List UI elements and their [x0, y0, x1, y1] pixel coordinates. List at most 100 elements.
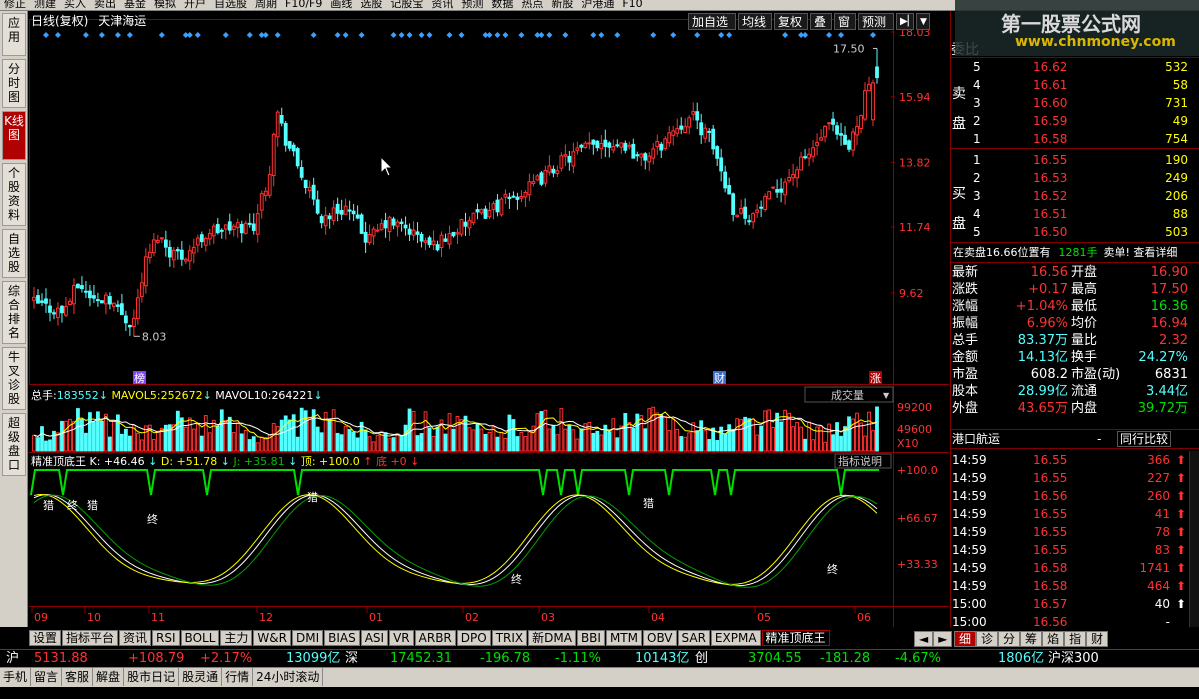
peer-compare-button[interactable]: 同行比较 [1117, 431, 1172, 447]
chart-tool-button[interactable]: 复权 [774, 13, 808, 30]
status-button[interactable]: 24小时滚动 [253, 668, 324, 686]
status-button[interactable]: 解盘 [93, 668, 125, 686]
indicator-tab[interactable]: W&R [253, 630, 291, 646]
indicator-tab[interactable]: DMI [291, 630, 324, 646]
chart-tool-button[interactable]: 叠 [810, 13, 832, 30]
cy-index[interactable]: 3704.55 [748, 650, 802, 668]
panel-tab[interactable]: 指 [1064, 631, 1087, 647]
candle-body [371, 228, 376, 237]
price: 16.52 [1033, 189, 1068, 203]
buy-row[interactable]: 4 16.51 88 [951, 205, 1199, 223]
indicator-tab[interactable]: TRIX [491, 630, 528, 646]
sz-index[interactable]: 17452.31 [390, 650, 452, 668]
big-order-info[interactable]: 在卖盘16.66位置有 1281手 卖单! 查看详细 [953, 245, 1177, 261]
sh-index[interactable]: 5131.88 [34, 650, 88, 668]
chart-tool-button[interactable]: 均线 [738, 13, 772, 30]
toolbar-item[interactable]: 记股宝 [390, 0, 423, 9]
indicator-tab[interactable]: 资讯 [119, 630, 152, 646]
panel-tab[interactable]: 诊 [976, 631, 999, 647]
toolbar-item[interactable]: F10 [622, 0, 642, 9]
leftnav-item[interactable]: 牛叉诊股 [2, 347, 26, 410]
indicator-tab[interactable]: 新DMA [528, 630, 576, 646]
toolbar-item[interactable]: 修正 [4, 0, 26, 9]
toolbar-item[interactable]: 周期 [255, 0, 277, 9]
leftnav-item[interactable]: K线图 [2, 111, 26, 160]
leftnav-item[interactable]: 自选股 [2, 229, 26, 278]
trades-scrollbar[interactable] [1189, 451, 1199, 627]
indicator-tab[interactable]: MTM [605, 630, 642, 646]
panel-tab[interactable]: 财 [1086, 631, 1109, 647]
sell-row[interactable]: 1 16.58 754 [951, 130, 1199, 148]
toolbar-item[interactable]: 数据 [491, 0, 513, 9]
sell-row[interactable]: 5 16.62 532 [951, 58, 1199, 76]
status-button[interactable]: 股灵通 [179, 668, 223, 686]
toolbar-item[interactable]: 资讯 [431, 0, 453, 9]
toolbar-item[interactable]: 沪港通 [581, 0, 614, 9]
panel-tab[interactable]: 细 [954, 631, 977, 647]
chart-tool-button[interactable]: 窗 [834, 13, 856, 30]
toolbar-item[interactable]: 买入 [64, 0, 86, 9]
toolbar-item[interactable]: 测建 [34, 0, 56, 9]
status-button[interactable]: 股市日记 [124, 668, 180, 686]
indicator-tab[interactable]: VR [389, 630, 414, 646]
indicator-tab[interactable]: 设置 [29, 630, 62, 646]
sell-row[interactable]: 4 16.61 58 [951, 76, 1199, 94]
tab-scroll-left-icon[interactable]: ◄ [914, 631, 934, 647]
toolbar-item[interactable]: 卖出 [94, 0, 116, 9]
period-label[interactable]: 日线(复权) [31, 14, 88, 28]
indicator-tab[interactable]: ARBR [414, 630, 456, 646]
toolbar-item[interactable]: 画线 [330, 0, 352, 9]
indicator-tab[interactable]: OBV [643, 630, 677, 646]
indicator-tab[interactable]: SAR [677, 630, 710, 646]
chart-tool-button[interactable]: 加自选 [688, 13, 736, 30]
toolbar-item[interactable]: 预测 [461, 0, 483, 9]
toolbar-item[interactable]: 自选股 [214, 0, 247, 9]
leftnav-item[interactable]: 分时图 [2, 59, 26, 108]
status-button[interactable]: 手机 [0, 668, 32, 686]
status-button[interactable]: 行情 [222, 668, 254, 686]
toolbar-item[interactable]: 热点 [521, 0, 543, 9]
chart-tool-button[interactable]: 预测 [858, 13, 894, 30]
sell-row[interactable]: 3 16.60 731 [951, 94, 1199, 112]
indicator-tab[interactable]: 精准顶底王 [761, 630, 830, 646]
panel-tab[interactable]: 分 [998, 631, 1021, 647]
indicator-tab[interactable]: RSI [152, 630, 180, 646]
expand-icon[interactable]: ▶▏ [896, 13, 915, 30]
leftnav-item[interactable]: 应用 [2, 13, 26, 56]
leftnav-item[interactable]: 超级盘口 [2, 413, 26, 476]
sell-row[interactable]: 2 16.59 49 [951, 112, 1199, 130]
panel-tab[interactable]: 焰 [1042, 631, 1065, 647]
status-button[interactable]: 留言 [31, 668, 63, 686]
buy-row[interactable]: 5 16.50 503 [951, 223, 1199, 241]
sector-name[interactable]: 港口航运 [952, 430, 1000, 448]
buy-row[interactable]: 2 16.53 249 [951, 169, 1199, 187]
toolbar-item[interactable]: 模拟 [154, 0, 176, 9]
kline-chart-area[interactable]: 18.0315.9413.8211.749.6217.508.03榜财涨总手:1… [29, 11, 949, 627]
status-button[interactable]: 客服 [62, 668, 94, 686]
indicator-tab[interactable]: DPO [456, 630, 491, 646]
toolbar-item[interactable]: 新股 [551, 0, 573, 9]
info-link[interactable]: 卖单! 查看详细 [1104, 246, 1178, 259]
indicator-tab[interactable]: 主力 [220, 630, 253, 646]
indicator-tab[interactable]: BIAS [324, 630, 360, 646]
buy-row[interactable]: 3 16.52 206 [951, 187, 1199, 205]
leftnav-item[interactable]: 个股资料 [2, 163, 26, 226]
panel-tab[interactable]: 筹 [1020, 631, 1043, 647]
candle-body [119, 303, 124, 315]
indicator-tab[interactable]: BOLL [180, 630, 220, 646]
leftnav-item[interactable]: 综合排名 [2, 281, 26, 344]
indicator-tab[interactable]: EXPMA [710, 630, 761, 646]
trade-price: 16.55 [1033, 525, 1068, 539]
buy-row[interactable]: 1 16.55 190 [951, 151, 1199, 169]
candle-body [72, 284, 76, 305]
indicator-tab[interactable]: 指标平台 [62, 630, 119, 646]
toolbar-item[interactable]: F10/F9 [285, 0, 322, 9]
indicator-tab[interactable]: BBI [576, 630, 605, 646]
tab-scroll-right-icon[interactable]: ► [933, 631, 953, 647]
indicator-tab[interactable]: ASI [360, 630, 389, 646]
candle-body [343, 205, 348, 215]
toolbar-item[interactable]: 基金 [124, 0, 146, 9]
dropdown-icon[interactable]: ▼ [916, 13, 930, 30]
toolbar-item[interactable]: 选股 [360, 0, 382, 9]
toolbar-item[interactable]: 开户 [184, 0, 206, 9]
